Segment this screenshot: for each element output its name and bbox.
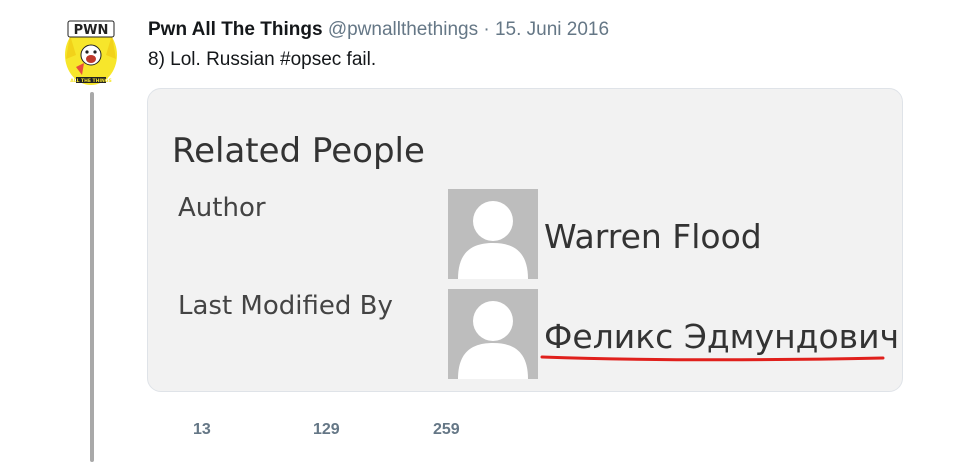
logo-subtext: ALL THE THINGS xyxy=(70,78,111,84)
reply-count[interactable]: 13 xyxy=(193,421,211,439)
tweet-date[interactable]: 15. Juni 2016 xyxy=(495,19,609,40)
tweet-header: Pwn All The Things @pwnallthethings · 15… xyxy=(148,19,609,41)
person-placeholder-icon xyxy=(448,289,538,379)
author-name[interactable]: Pwn All The Things xyxy=(148,19,323,40)
tweet-text: 8) Lol. Russian #opsec fail. xyxy=(148,49,377,70)
author-label: Author xyxy=(178,193,266,223)
avatar[interactable]: PWN ALL THE THINGS xyxy=(62,15,120,87)
thread-line xyxy=(90,92,94,462)
retweet-count[interactable]: 129 xyxy=(313,421,340,439)
author-handle[interactable]: @pwnallthethings xyxy=(328,19,478,40)
red-underline-annotation xyxy=(540,355,885,362)
last-modified-label: Last Modified By xyxy=(178,291,393,321)
pwn-logo-avatar-icon: PWN ALL THE THINGS xyxy=(65,20,117,85)
author-name-value: Warren Flood xyxy=(544,217,762,256)
related-people-heading: Related People xyxy=(172,131,425,171)
attached-image-card[interactable]: Related People Author Warren Flood Last … xyxy=(147,88,903,392)
like-count[interactable]: 259 xyxy=(433,421,460,439)
header-separator: · xyxy=(483,19,490,40)
logo-text: PWN xyxy=(74,23,109,38)
person-placeholder-icon xyxy=(448,189,538,279)
